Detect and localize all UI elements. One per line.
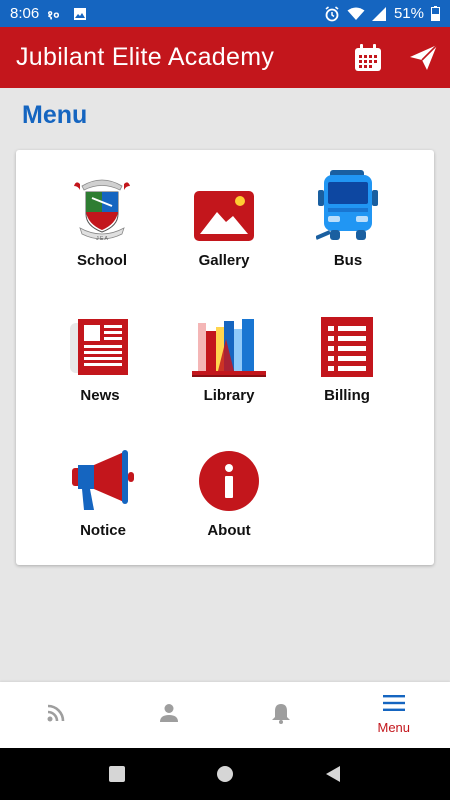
svg-text:J E A: J E A <box>96 236 108 242</box>
wifi-icon <box>347 7 365 21</box>
system-nav-bar <box>0 748 450 800</box>
menu-item-label: School <box>76 252 127 269</box>
status-time: 8:06 <box>10 5 40 22</box>
svg-text:१०: १० <box>47 8 59 21</box>
menu-item-about[interactable]: About <box>169 440 289 560</box>
home-icon[interactable] <box>216 765 234 783</box>
signal-icon <box>371 6 387 21</box>
menu-item-label: Billing <box>324 387 370 404</box>
nav-item-profile[interactable] <box>113 682 226 748</box>
data-saver-icon: १० <box>47 7 65 21</box>
rss-feed-icon <box>46 703 66 728</box>
menu-item-billing[interactable]: Billing <box>287 305 407 425</box>
menu-item-label: Library <box>203 387 255 404</box>
info-icon <box>198 440 260 512</box>
alarm-icon <box>324 5 340 22</box>
gallery-icon <box>193 170 255 242</box>
recents-icon[interactable] <box>108 765 126 783</box>
newspaper-icon <box>70 305 130 377</box>
menu-item-notice[interactable]: Notice <box>43 440 163 560</box>
app-title: Jubilant Elite Academy <box>16 43 275 71</box>
status-bar: 8:06 १० 51% <box>0 0 450 27</box>
menu-item-bus[interactable]: Bus <box>288 170 408 290</box>
nav-item-notifications[interactable] <box>225 682 338 748</box>
school-crest-icon: J E A <box>72 170 132 242</box>
app-bar: Jubilant Elite Academy <box>0 27 450 88</box>
menu-item-school[interactable]: J E A School <box>42 170 162 290</box>
nav-item-label: Menu <box>377 720 411 735</box>
menu-item-gallery[interactable]: Gallery <box>164 170 284 290</box>
page-title: Menu <box>22 101 88 129</box>
bus-icon <box>316 170 380 242</box>
bottom-nav: Menu <box>0 682 450 748</box>
send-icon[interactable] <box>410 44 438 71</box>
battery-percent: 51% <box>393 5 424 22</box>
billing-list-icon <box>321 305 373 377</box>
back-icon[interactable] <box>324 765 342 783</box>
calendar-icon[interactable] <box>354 43 382 72</box>
battery-icon <box>431 6 440 21</box>
menu-grid: J E A School Gallery Bus News Library Bi… <box>16 150 434 565</box>
menu-item-label: About <box>207 522 251 539</box>
menu-item-label: Bus <box>333 252 363 269</box>
megaphone-icon <box>72 440 134 512</box>
menu-item-label: News <box>80 387 120 404</box>
menu-icon <box>382 695 405 716</box>
image-notification-icon <box>73 7 87 21</box>
menu-item-library[interactable]: Library <box>169 305 289 425</box>
person-icon <box>159 703 179 728</box>
nav-item-feed[interactable] <box>0 682 113 748</box>
menu-item-label: Gallery <box>198 252 250 269</box>
bell-icon <box>271 702 291 729</box>
library-books-icon <box>192 305 266 377</box>
nav-item-menu[interactable]: Menu <box>338 682 450 748</box>
menu-item-news[interactable]: News <box>40 305 160 425</box>
menu-item-label: Notice <box>80 522 126 539</box>
